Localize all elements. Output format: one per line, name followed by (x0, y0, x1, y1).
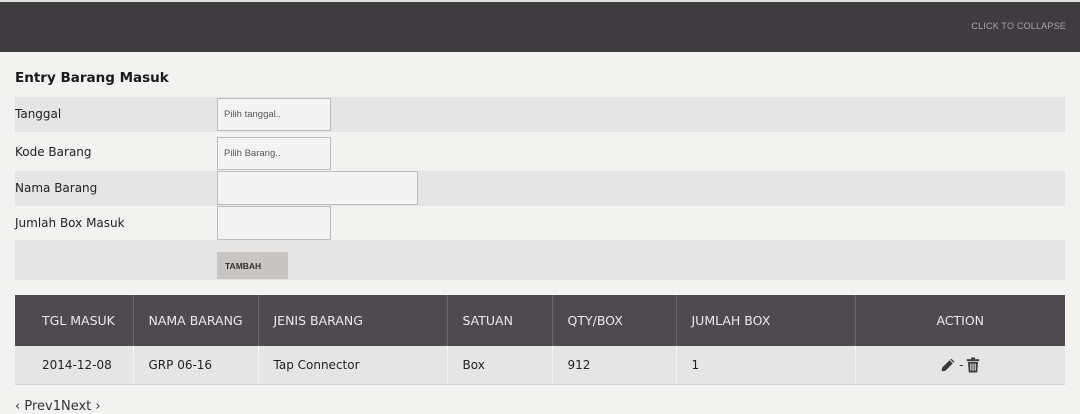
cell-tgl-masuk: 2014-12-08 (15, 346, 134, 385)
cell-jenis-barang: Tap Connector (258, 346, 448, 385)
form-row-submit: TAMBAH (15, 240, 1065, 280)
pagination: ‹ Prev1Next › (15, 399, 101, 414)
cell-jumlah-box: 1 (676, 346, 856, 385)
form-row-jumlah-box: Jumlah Box Masuk (15, 206, 1065, 240)
tambah-button[interactable]: TAMBAH (217, 252, 288, 279)
kode-barang-label: Kode Barang (15, 145, 92, 159)
table-row: 2014-12-08 GRP 06-16 Tap Connector Box 9… (15, 346, 1065, 385)
action-separator: - (959, 358, 964, 372)
table-header-row: TGL MASUK NAMA BARANG JENIS BARANG SATUA… (15, 295, 1065, 346)
col-header-action: ACTION (855, 295, 1065, 346)
cell-satuan: Box (447, 346, 553, 385)
nama-barang-label: Nama Barang (15, 181, 98, 195)
jumlah-box-input[interactable] (217, 206, 331, 240)
collapse-link[interactable]: CLICK TO COLLAPSE (971, 21, 1066, 31)
cell-qty-box: 912 (552, 346, 677, 385)
action-group: - (940, 357, 980, 373)
col-header-nama-barang[interactable]: NAMA BARANG (133, 295, 259, 346)
col-header-satuan[interactable]: SATUAN (447, 295, 553, 346)
cell-nama-barang: GRP 06-16 (133, 346, 259, 385)
tanggal-label: Tanggal (15, 107, 62, 121)
pager-page-link[interactable]: 1 (53, 399, 61, 414)
form-title: Entry Barang Masuk (15, 70, 169, 86)
jumlah-box-label: Jumlah Box Masuk (15, 216, 125, 230)
form-row-tanggal: Tanggal (15, 97, 1065, 132)
form-row-kode-barang: Kode Barang (15, 135, 1065, 170)
form-row-nama-barang: Nama Barang (15, 171, 1065, 206)
tanggal-date-input[interactable] (217, 98, 331, 131)
top-bar: CLICK TO COLLAPSE (0, 0, 1080, 52)
col-header-jumlah-box[interactable]: JUMLAH BOX (676, 295, 856, 346)
nama-barang-input[interactable] (217, 171, 418, 205)
pager-prev-link[interactable]: ‹ Prev (15, 399, 53, 414)
barang-masuk-table: TGL MASUK NAMA BARANG JENIS BARANG SATUA… (15, 295, 1065, 385)
col-header-tgl-masuk[interactable]: TGL MASUK (15, 295, 134, 346)
kode-barang-select[interactable] (217, 137, 331, 170)
trash-icon[interactable] (966, 357, 980, 373)
col-header-jenis-barang[interactable]: JENIS BARANG (258, 295, 448, 346)
pencil-icon[interactable] (940, 357, 956, 373)
cell-action: - (855, 346, 1065, 385)
col-header-qty-box[interactable]: QTY/BOX (552, 295, 677, 346)
pager-next-link[interactable]: Next › (61, 399, 101, 414)
